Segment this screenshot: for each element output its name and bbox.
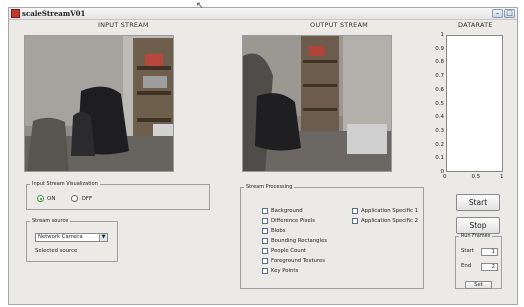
run-start-input[interactable]: 1 [481,248,498,256]
checkbox-icon [262,248,268,254]
datarate-plot [446,35,503,172]
processing-option-label: Bounding Rectangles [271,238,327,244]
processing-option-label: Application Specific 1 [361,208,418,214]
y-tick-label: 0.1 [435,155,444,162]
processing-checkbox[interactable]: Foreground Textures [262,258,325,264]
radio-on-icon [37,195,44,202]
processing-checkbox[interactable]: Background [262,208,303,214]
y-tick-label: 0.4 [435,114,444,121]
input-video-frame [24,35,174,172]
checkbox-icon [262,258,268,264]
output-stream-heading: OUTPUT STREAM [310,21,368,29]
stream-source-value: Network Camera [38,234,83,240]
datarate-heading: DATARATE [458,21,493,29]
x-tick-label: 0.5 [471,174,481,180]
input-stream-heading: INPUT STREAM [98,21,149,29]
visualization-panel: Input Stream Visualization ON OFF [26,181,210,210]
y-tick-label: 0.3 [435,127,444,134]
y-tick-label: 0.8 [435,59,444,66]
chevron-down-icon[interactable]: ▼ [99,234,107,241]
visualization-off-radio[interactable]: OFF [71,195,92,202]
y-tick-label: 0.5 [435,100,444,107]
stream-source-select[interactable]: Network Camera ▼ [35,233,108,242]
run-end-label: End [461,263,472,269]
checkbox-icon [262,238,268,244]
stream-source-legend: Stream source [32,218,69,224]
run-end-input[interactable]: 2 [481,263,498,271]
y-tick-label: 0.7 [435,73,444,80]
radio-on-label: ON [47,195,56,202]
window-title: scaleStreamV01 [22,9,86,18]
radio-off-icon [71,195,79,202]
checkbox-icon [352,208,358,214]
run-frames-legend: Run Frames [461,233,491,239]
checkbox-icon [262,218,268,224]
y-tick-label: 0.9 [435,45,444,52]
y-tick-label: 0 [440,169,445,175]
processing-checkbox[interactable]: Difference Pixels [262,218,315,224]
stream-source-panel: Stream source Network Camera ▼ Selected … [26,218,118,262]
processing-checkbox[interactable]: Application Specific 1 [352,208,418,214]
app-icon [11,9,20,18]
checkbox-icon [262,208,268,214]
stream-processing-legend: Stream Processing [246,184,293,190]
processing-option-label: Application Specific 2 [361,218,418,224]
processing-option-label: People Count [271,248,307,254]
y-tick-label: 1 [440,32,445,38]
checkbox-icon [352,218,358,224]
processing-checkbox[interactable]: Blobs [262,228,285,234]
stop-button[interactable]: Stop [456,217,500,234]
maximize-button[interactable]: □ [504,9,515,18]
selected-source-label: Selected source [35,248,78,254]
x-tick-label: 0 [443,174,447,180]
visualization-legend: Input Stream Visualization [32,181,98,187]
processing-option-label: Difference Pixels [271,218,316,224]
visualization-on-radio[interactable]: ON [37,195,55,202]
minimize-button[interactable]: – [492,9,503,18]
processing-checkbox[interactable]: Bounding Rectangles [262,238,327,244]
processing-checkbox[interactable]: People Count [262,248,306,254]
radio-off-label: OFF [81,195,93,202]
mouse-cursor-icon: ↖ [196,1,204,11]
x-tick-label: 1 [500,174,504,180]
y-tick-label: 0.6 [435,86,444,93]
processing-option-label: Background [271,208,303,214]
start-button[interactable]: Start [456,194,500,211]
processing-checkbox[interactable]: Key Points [262,268,298,274]
processing-checkbox[interactable]: Application Specific 2 [352,218,418,224]
processing-option-label: Blobs [271,228,286,234]
set-button[interactable]: Set [465,281,492,289]
run-start-label: Start [461,248,474,254]
output-video-frame [242,35,392,172]
processing-option-label: Key Points [271,268,299,274]
processing-option-label: Foreground Textures [271,258,325,264]
y-tick-label: 0.2 [435,141,444,148]
checkbox-icon [262,268,268,274]
run-frames-panel: Run Frames Start 1 End 2 Set [455,233,502,289]
checkbox-icon [262,228,268,234]
title-bar: scaleStreamV01 – □ [9,8,517,20]
